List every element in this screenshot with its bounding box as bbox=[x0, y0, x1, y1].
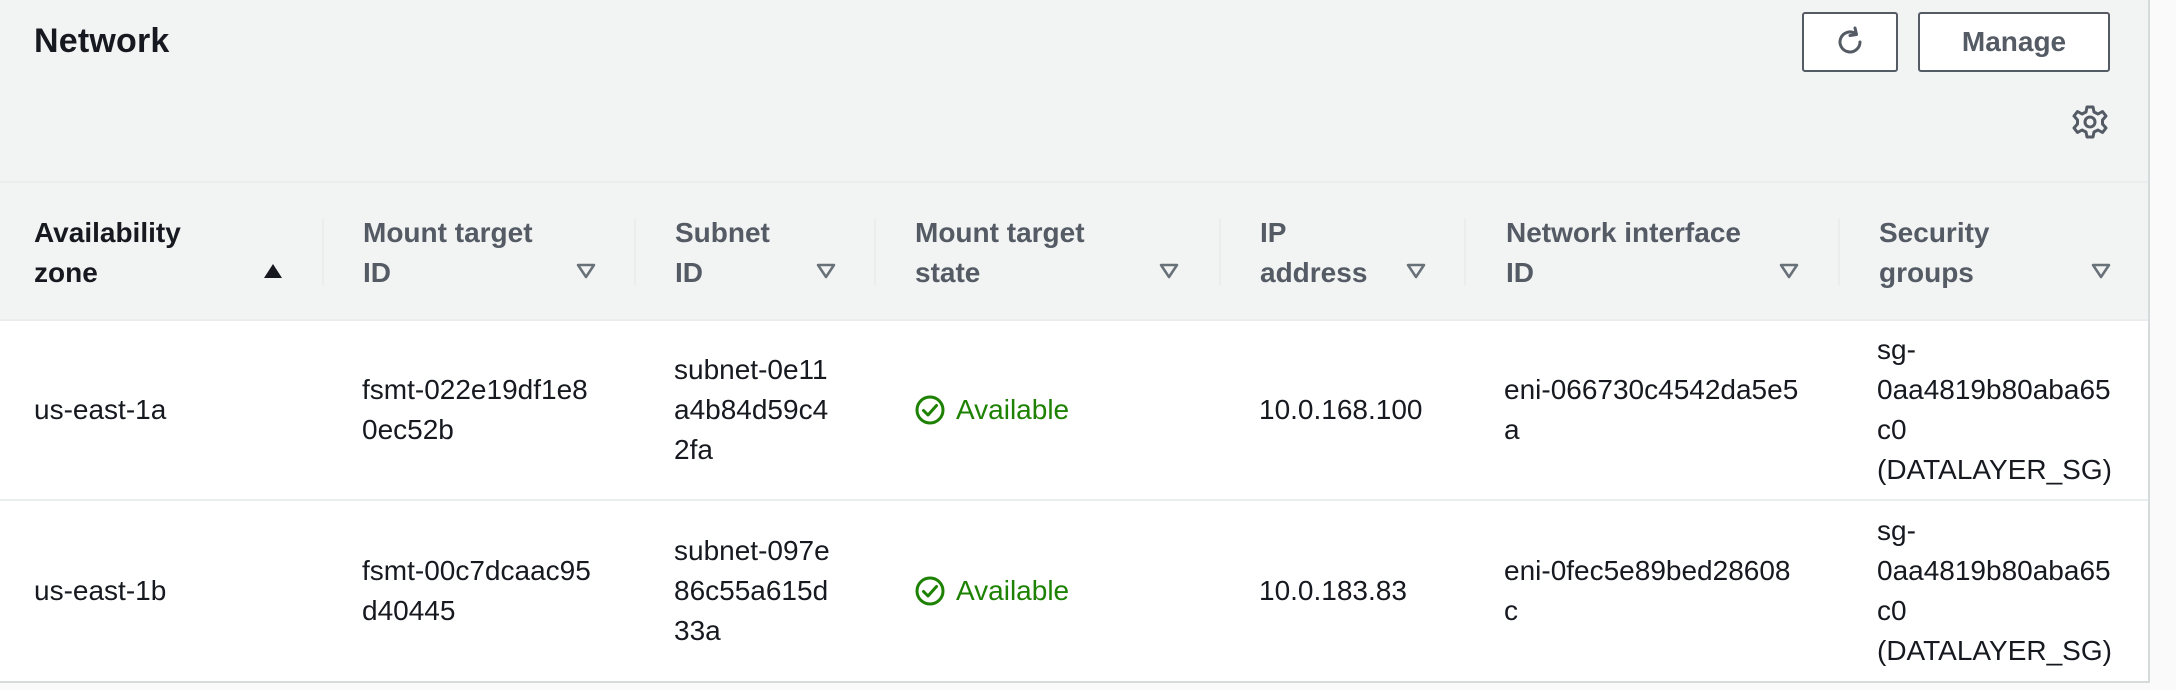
column-header-label: Network interface ID bbox=[1506, 217, 1741, 288]
cell-subnet-id: subnet-097e86c55a615d33a bbox=[674, 502, 834, 680]
cell-text: fsmt-00c7dcaac95d40445 bbox=[362, 555, 591, 626]
column-divider bbox=[1464, 219, 1466, 285]
cell-text: sg-0aa4819b80aba65c0 (DATALAYER_SG) bbox=[1877, 515, 2112, 666]
column-header-label: Availability zone bbox=[34, 217, 181, 288]
column-divider bbox=[322, 219, 324, 285]
column-divider bbox=[634, 219, 636, 285]
status-indicator: Available bbox=[914, 390, 1069, 430]
cell-mount-target-state: Available bbox=[914, 321, 1194, 499]
cell-text: 10.0.168.100 bbox=[1259, 394, 1423, 425]
status-indicator: Available bbox=[914, 571, 1069, 611]
cell-ip-address: 10.0.168.100 bbox=[1259, 321, 1427, 499]
column-header-ip-address[interactable]: IP address bbox=[1260, 183, 1460, 319]
cell-network-interface-id: eni-066730c4542da5e5a bbox=[1504, 321, 1804, 499]
cell-text: sg-0aa4819b80aba65c0 (DATALAYER_SG) bbox=[1877, 334, 2112, 485]
sort-descending-outline-icon bbox=[816, 263, 836, 279]
check-circle-icon bbox=[915, 576, 945, 606]
cell-mount-target-id: fsmt-022e19df1e80ec52b bbox=[362, 321, 602, 499]
column-header-network-interface-id[interactable]: Network interface ID bbox=[1506, 183, 1836, 319]
check-circle-icon bbox=[915, 395, 945, 425]
table-row: us-east-1b fsmt-00c7dcaac95d40445 subnet… bbox=[0, 502, 2148, 681]
cell-availability-zone: us-east-1a bbox=[34, 321, 294, 499]
refresh-icon bbox=[1838, 26, 1862, 54]
network-panel: Network Manage Availability zone Mount t… bbox=[0, 0, 2150, 683]
column-divider bbox=[1219, 219, 1221, 285]
sort-descending-outline-icon bbox=[1159, 263, 1179, 279]
column-header-label: IP address bbox=[1260, 217, 1368, 288]
cell-text: fsmt-022e19df1e80ec52b bbox=[362, 374, 588, 445]
column-divider bbox=[1838, 219, 1840, 285]
column-header-security-groups[interactable]: Security groups bbox=[1879, 183, 2119, 319]
column-header-mount-target-state[interactable]: Mount target state bbox=[915, 183, 1225, 319]
cell-ip-address: 10.0.183.83 bbox=[1259, 502, 1427, 680]
page-background: Network Manage Availability zone Mount t… bbox=[0, 0, 2176, 690]
cell-text: eni-0fec5e89bed28608c bbox=[1504, 555, 1791, 626]
table-header: Availability zone Mount target ID Subnet… bbox=[0, 183, 2148, 321]
cell-mount-target-id: fsmt-00c7dcaac95d40445 bbox=[362, 502, 602, 680]
cell-subnet-id: subnet-0e11a4b84d59c42fa bbox=[674, 321, 834, 499]
refresh-button[interactable] bbox=[1802, 12, 1898, 72]
cell-text: eni-066730c4542da5e5a bbox=[1504, 374, 1799, 445]
manage-button[interactable]: Manage bbox=[1918, 12, 2110, 72]
page-title: Network bbox=[34, 22, 170, 60]
cell-text: subnet-0e11a4b84d59c42fa bbox=[674, 354, 829, 465]
sort-descending-outline-icon bbox=[576, 263, 596, 279]
column-header-mount-target-id[interactable]: Mount target ID bbox=[363, 183, 633, 319]
status-text: Available bbox=[956, 575, 1070, 606]
table-row: us-east-1a fsmt-022e19df1e80ec52b subnet… bbox=[0, 321, 2148, 501]
sort-descending-outline-icon bbox=[2091, 263, 2111, 279]
cell-text: subnet-097e86c55a615d33a bbox=[674, 535, 830, 646]
cell-text: 10.0.183.83 bbox=[1259, 575, 1407, 606]
column-divider bbox=[874, 219, 876, 285]
column-header-availability-zone[interactable]: Availability zone bbox=[34, 183, 324, 319]
sort-descending-outline-icon bbox=[1779, 263, 1799, 279]
column-header-subnet-id[interactable]: Subnet ID bbox=[675, 183, 875, 319]
panel-header: Network Manage bbox=[0, 0, 2148, 183]
cell-availability-zone: us-east-1b bbox=[34, 502, 294, 680]
gear-icon[interactable] bbox=[2072, 104, 2108, 140]
column-header-label: Subnet ID bbox=[675, 217, 770, 288]
cell-security-groups: sg-0aa4819b80aba65c0 (DATALAYER_SG) bbox=[1877, 321, 2113, 499]
column-header-label: Security groups bbox=[1879, 217, 1990, 288]
cell-mount-target-state: Available bbox=[914, 502, 1194, 680]
column-header-label: Mount target state bbox=[915, 217, 1085, 288]
cell-text: us-east-1a bbox=[34, 394, 167, 425]
cell-text: us-east-1b bbox=[34, 575, 167, 606]
sort-ascending-icon bbox=[264, 264, 282, 278]
sort-descending-outline-icon bbox=[1406, 263, 1426, 279]
cell-security-groups: sg-0aa4819b80aba65c0 (DATALAYER_SG) bbox=[1877, 502, 2113, 680]
status-text: Available bbox=[956, 394, 1070, 425]
column-header-label: Mount target ID bbox=[363, 217, 533, 288]
cell-network-interface-id: eni-0fec5e89bed28608c bbox=[1504, 502, 1804, 680]
